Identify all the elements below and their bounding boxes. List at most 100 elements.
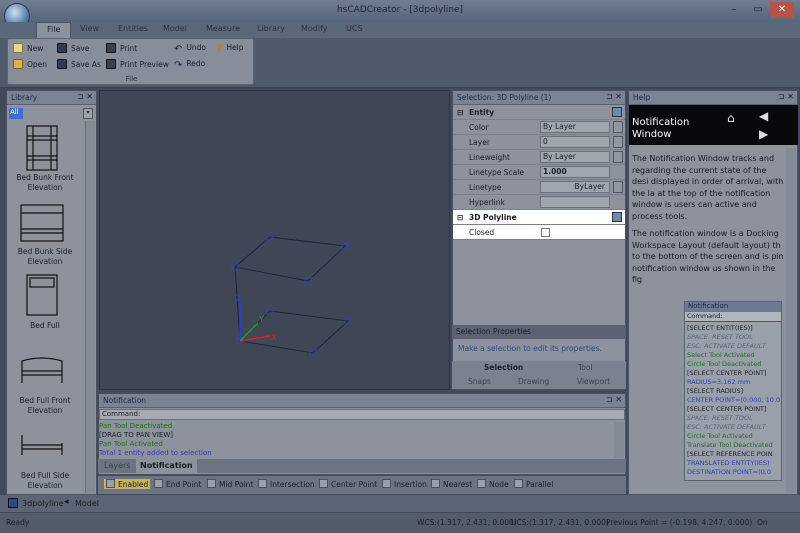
save-button[interactable]: Save xyxy=(57,43,89,53)
help-button[interactable]: ? Help xyxy=(216,43,244,54)
tab-ucs[interactable]: UCS xyxy=(346,24,363,33)
tab-viewport[interactable]: Viewport xyxy=(577,377,610,386)
close-button[interactable]: ✕ xyxy=(770,2,794,18)
property-row-closed[interactable]: Closed xyxy=(453,225,625,240)
bed-full-thumbnail[interactable] xyxy=(25,273,59,317)
tab-measure[interactable]: Measure xyxy=(206,24,240,33)
minimize-button[interactable]: – xyxy=(722,2,746,18)
snap-mid-point[interactable]: Mid Point xyxy=(207,479,253,489)
help-figure-log-line: ESC: ACTIVATE DEFAULT xyxy=(687,423,766,431)
dropdown-icon[interactable] xyxy=(613,151,623,163)
library-item[interactable]: Bed Bunk Side Elevation xyxy=(9,247,81,267)
3d-polyline-drawing[interactable]: Z X Y xyxy=(100,91,451,391)
help-scrollbar[interactable] xyxy=(786,148,796,493)
maximize-button[interactable]: ▭ xyxy=(746,2,770,18)
panel-controls[interactable]: ⊐ ✕ xyxy=(778,92,794,101)
command-input[interactable]: Command: xyxy=(99,409,625,420)
help-figure-log-line: ESC: ACTIVATE DEFAULT xyxy=(687,342,766,350)
snap-parallel[interactable]: Parallel xyxy=(514,479,553,489)
bed-bunk-front-thumbnail[interactable] xyxy=(25,124,59,172)
back-arrow-icon[interactable]: ◀ xyxy=(759,109,768,123)
help-notification-figure: Notification Command: [SELECT ENTIT(IES)… xyxy=(684,301,782,481)
tab-entities[interactable]: Entities xyxy=(118,24,148,33)
open-button[interactable]: Open xyxy=(13,59,47,69)
panel-controls[interactable]: ⊐ ✕ xyxy=(606,395,622,404)
mid-point-icon xyxy=(207,479,216,488)
library-item[interactable]: Bed Bunk Front Elevation xyxy=(9,173,81,193)
properties-header: Selection: 3D Polyline (1) ⊐ ✕ xyxy=(453,91,625,105)
snap-end-point[interactable]: End Point xyxy=(154,479,201,489)
tab-view[interactable]: View xyxy=(80,24,99,33)
bed-full-front-thumbnail[interactable] xyxy=(19,353,65,387)
help-figure-log-line: Translate Tool Deactivated xyxy=(687,441,773,449)
status-on[interactable]: On xyxy=(757,518,768,527)
home-icon[interactable]: ⌂ xyxy=(727,111,735,125)
tab-modify[interactable]: Modify xyxy=(301,24,328,33)
tab-tool[interactable]: Tool xyxy=(578,363,593,372)
redo-button[interactable]: ↷ Redo xyxy=(174,59,205,71)
print-preview-button[interactable]: Print Preview xyxy=(106,59,169,69)
dropdown-icon[interactable] xyxy=(613,121,623,133)
undo-button[interactable]: ↶ Undo xyxy=(174,43,206,55)
help-figure-log-line: Circle Tool Activated xyxy=(687,432,753,440)
notification-log-line: [DRAG TO PAN VIEW] xyxy=(99,431,173,439)
help-panel: Help ⊐ ✕ Notification Window ⌂ ◀ ▶ The No… xyxy=(628,90,798,495)
tab-layers[interactable]: Layers xyxy=(104,461,130,470)
window-title: hsCADCreator - [3dpolyline] xyxy=(336,5,464,15)
forward-arrow-icon[interactable]: ▶ xyxy=(759,127,768,141)
help-figure-log-line: Select Tool Activated xyxy=(687,351,755,359)
tab-selection[interactable]: Selection xyxy=(484,363,523,372)
tab-notification[interactable]: Notification xyxy=(136,459,197,473)
snap-nearest[interactable]: Nearest xyxy=(431,479,472,489)
undo-icon: ↶ xyxy=(174,44,183,55)
entity-category[interactable]: ⊟ Entity xyxy=(453,105,625,120)
notification-header: Notification ⊐ ✕ xyxy=(99,394,625,408)
drawing-canvas[interactable]: Z X Y xyxy=(99,90,450,390)
intersection-icon xyxy=(258,479,267,488)
new-button[interactable]: New xyxy=(13,43,43,53)
snap-intersection[interactable]: Intersection xyxy=(258,479,315,489)
property-row-layer[interactable]: Layer 0 xyxy=(453,135,625,150)
library-item[interactable]: Bed Full Side Elevation xyxy=(9,471,81,491)
property-row-linetype[interactable]: Linetype ByLayer xyxy=(453,180,625,195)
categorize-icon[interactable] xyxy=(612,212,622,222)
tab-snaps[interactable]: Snaps xyxy=(468,377,491,386)
library-item[interactable]: Bed Full xyxy=(9,321,81,331)
snap-insertion[interactable]: Insertion xyxy=(382,479,427,489)
tab-drawing[interactable]: Drawing xyxy=(518,377,549,386)
snap-node[interactable]: Node xyxy=(477,479,509,489)
panel-controls[interactable]: ⊐ ✕ xyxy=(77,92,93,101)
categorize-icon[interactable] xyxy=(612,107,622,117)
panel-controls[interactable]: ⊐ ✕ xyxy=(606,92,622,101)
selection-properties-title: Selection Properties xyxy=(452,325,626,339)
save-as-button[interactable]: Save As xyxy=(57,59,101,69)
help-icon: ? xyxy=(216,42,223,55)
tab-model[interactable]: Model xyxy=(163,24,187,33)
property-row-hyperlink[interactable]: Hyperlink xyxy=(453,195,625,210)
tab-file[interactable]: File xyxy=(36,22,72,38)
bed-full-side-thumbnail[interactable] xyxy=(19,429,65,459)
model-tab[interactable]: Model xyxy=(75,499,99,508)
notification-scrollbar[interactable] xyxy=(614,422,624,458)
checkbox-icon xyxy=(106,479,115,488)
library-filter-dropdown[interactable]: ▾ xyxy=(83,108,93,119)
library-scrollbar[interactable] xyxy=(85,121,95,493)
help-figure-log-line: SPACE: RESET TOOL xyxy=(687,414,753,422)
document-tab[interactable]: 3dpolyline xyxy=(22,499,64,508)
status-bar: Ready WCS:(1.317, 2.431, 0.000) UCS:(1.3… xyxy=(0,512,800,533)
library-filter-all[interactable]: All xyxy=(9,108,23,119)
snap-enabled[interactable]: Enabled xyxy=(104,479,151,489)
snap-center-point[interactable]: Center Point xyxy=(319,479,377,489)
parallel-icon xyxy=(514,479,523,488)
property-row-lineweight[interactable]: Lineweight By Layer xyxy=(453,150,625,165)
dropdown-icon[interactable] xyxy=(613,181,623,193)
library-item[interactable]: Bed Full Front Elevation xyxy=(9,396,81,416)
property-row-linetype-scale[interactable]: Linetype Scale 1.000 xyxy=(453,165,625,180)
polyline-category[interactable]: ⊟ 3D Polyline xyxy=(453,210,625,225)
dropdown-icon[interactable] xyxy=(613,136,623,148)
closed-checkbox[interactable] xyxy=(541,228,550,237)
tab-library[interactable]: Library xyxy=(257,24,285,33)
property-row-color[interactable]: Color By Layer xyxy=(453,120,625,135)
print-button[interactable]: Print xyxy=(106,43,137,53)
bed-bunk-side-thumbnail[interactable] xyxy=(19,201,65,243)
